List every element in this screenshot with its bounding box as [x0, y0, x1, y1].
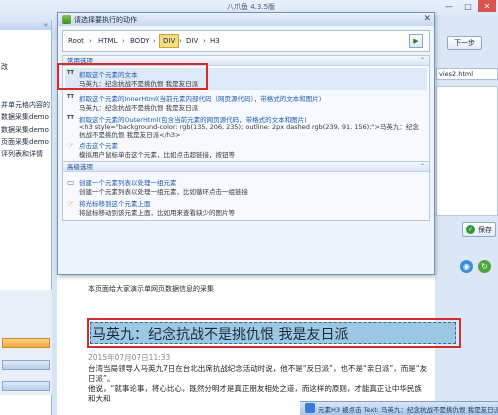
element-breadcrumb: Root › HTML › BODY › DIV › DIV › H3 ▶: [62, 30, 430, 52]
breadcrumb-h3[interactable]: H3: [210, 37, 220, 45]
text-icon: TT: [67, 115, 74, 121]
option-click-element[interactable]: ☞ 点击这个元素 模拟用户鼠标单击这个元素，比如点击超链接，按钮等: [67, 140, 423, 160]
task-list-item[interactable]: 并单元格内容的: [1, 100, 50, 110]
next-step-button[interactable]: 下一步: [447, 36, 482, 50]
window-controls: — □ ✕: [440, 0, 496, 12]
browser-tools: ◉ ↻: [460, 260, 491, 273]
task-list-item[interactable]: 页面采集demo: [1, 137, 49, 147]
breadcrumb-body[interactable]: BODY: [130, 37, 149, 45]
article-date: 2015年07月07日11:33: [88, 353, 171, 362]
maximize-icon[interactable]: □: [459, 0, 477, 12]
dialog-title: 请选择要执行的动作: [74, 16, 137, 24]
option-mouse-hover[interactable]: ☞ 将光标移到这个元素上面 将鼠标移动到该元素上面，比如用来查看缺少的图片等: [67, 198, 423, 218]
go-arrow-icon[interactable]: ▶: [409, 34, 423, 48]
list-icon: ▭: [67, 178, 75, 187]
breadcrumb-div-selected[interactable]: DIV: [159, 34, 180, 48]
breadcrumb-root[interactable]: Root: [68, 37, 84, 45]
selection-outline: [87, 318, 461, 348]
action-dialog: 请选择要执行的动作 ✕ Root › HTML › BODY › DIV › D…: [57, 12, 435, 275]
option-extract-outerhtml[interactable]: TT 抓取这个元素的OuterHtml(包含当前元素的网页源代码，带格式的文本和…: [67, 114, 423, 139]
dialog-titlebar: 请选择要执行的动作 ✕: [58, 13, 434, 26]
refresh-icon[interactable]: ↻: [478, 260, 491, 273]
section-header[interactable]: 高级选项 ⌃: [63, 162, 429, 172]
collapse-icon[interactable]: ⌃: [420, 56, 425, 66]
annotation-highlight: [57, 63, 208, 90]
hand-pointer-icon: ☞: [67, 141, 75, 150]
option-desc: 模拟用户鼠标单击这个元素，比如点击超链接，按钮等: [79, 151, 235, 159]
dialog-close-icon[interactable]: ✕: [423, 14, 431, 24]
task-list-item[interactable]: 数据采集demo: [1, 112, 49, 122]
save-button[interactable]: ✓ 保存: [462, 222, 496, 237]
option-extract-innerhtml[interactable]: TT 抓取这个元素的InnerHtml(当前元素内部代码（网页源代码），带格式的…: [67, 93, 423, 113]
advanced-options-section: 高级选项 ⌃ ▭ 创建一个元素列表以处理一组元素 创建一个元素列表以处理一组元素…: [62, 161, 430, 221]
globe-icon[interactable]: ◉: [460, 260, 473, 273]
option-desc: 创建一个元素列表以处理一组元素，比如循环点击一组链接: [79, 188, 248, 196]
hand-pointer-icon: ☞: [67, 199, 75, 208]
left-tab[interactable]: [2, 360, 50, 370]
option-desc: 将鼠标移动到该元素上面，比如用来查看缺少的图片等: [79, 209, 235, 217]
preview-header: 本页面给大家演示单网页数据信息的采集: [88, 285, 214, 293]
breadcrumb-html[interactable]: HTML: [98, 37, 117, 45]
collapse-icon[interactable]: ⌃: [420, 162, 425, 172]
status-text: 元素H3 被点击 Text: 马英九：纪念抗战不是挑仇恨 我是友日派: [318, 406, 498, 414]
check-icon: ✓: [466, 225, 475, 234]
option-desc: <h3 style="background-color: rgb(135, 20…: [79, 123, 419, 139]
minimize-icon[interactable]: —: [440, 0, 458, 12]
option-desc: 马英九：纪念抗战不是挑仇恨 我是友日派: [79, 104, 199, 112]
breadcrumb-div[interactable]: DIV: [186, 37, 198, 45]
status-icon: [305, 403, 315, 413]
section-title: 高级选项: [67, 163, 93, 171]
left-tab[interactable]: [2, 381, 50, 391]
task-list-item[interactable]: 数据采集demo: [1, 125, 49, 135]
left-tab-active[interactable]: [2, 338, 50, 348]
app-logo-icon: [62, 15, 71, 24]
workflow-area: [436, 86, 498, 216]
text-icon: TT: [67, 94, 74, 100]
option-create-list[interactable]: ▭ 创建一个元素列表以处理一组元素 创建一个元素列表以处理一组元素，比如循环点击…: [67, 177, 423, 197]
filename-field[interactable]: vies2.html: [436, 68, 498, 80]
panel-collapse-icon[interactable]: «: [0, 20, 51, 30]
task-list-item[interactable]: 改: [1, 62, 8, 72]
save-label: 保存: [478, 225, 492, 234]
article-body: 台湾当局领导人马英九7日在台北出席抗战纪念活动时说，他不是“反日派”，也不是“亲…: [88, 364, 428, 404]
app-title: 八爪鱼 4.3.5版: [227, 3, 276, 11]
task-list-item[interactable]: 评列表和详情: [1, 149, 43, 159]
close-icon[interactable]: ✕: [478, 0, 496, 12]
article-line: 台湾当局领导人马英九7日在台北出席抗战纪念活动时说，他不是“反日派”，也不是“亲…: [88, 364, 428, 383]
